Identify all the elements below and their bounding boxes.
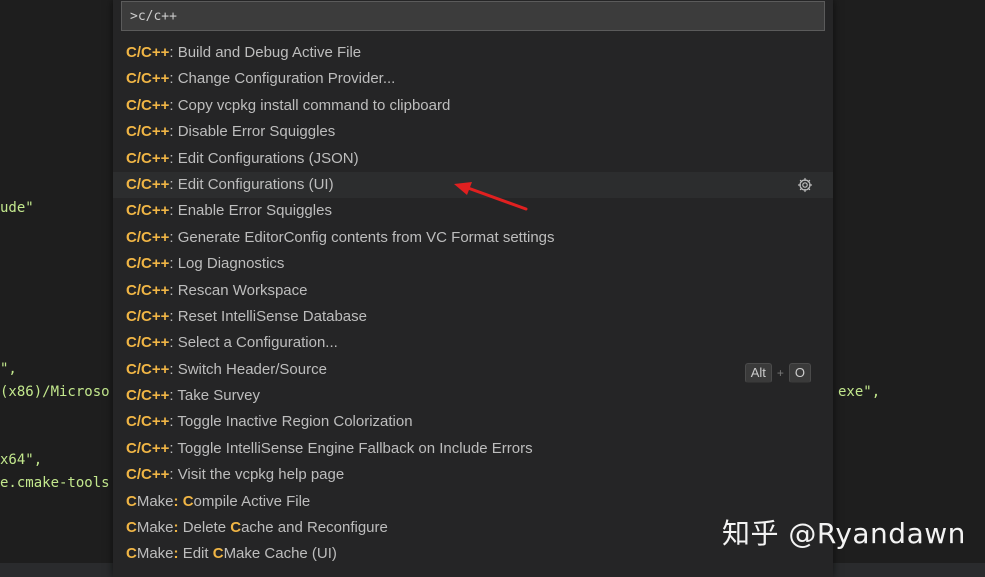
command-label: : Copy vcpkg install command to clipboar…: [169, 96, 451, 114]
command-label: : Change Configuration Provider...: [169, 70, 396, 88]
command-label: Edit: [178, 545, 213, 563]
command-category: C/C++: [126, 202, 170, 220]
command-label: ache and Reconfigure: [241, 519, 388, 537]
command-item[interactable]: C/C++: Visit the vcpkg help page: [113, 462, 833, 488]
command-item[interactable]: C/C++: Generate EditorConfig contents fr…: [113, 225, 833, 251]
command-item[interactable]: C/C++: Edit Configurations (UI): [113, 171, 833, 199]
code-fragment: (x86)/Microso: [0, 384, 110, 400]
command-category: C/C++: [126, 44, 170, 61]
command-item[interactable]: C/C++: Rescan Workspace: [113, 278, 833, 304]
command-category: C/C++: [126, 255, 170, 273]
command-category: C/C++: [126, 175, 170, 193]
command-list: C/C++: Build and Debug Active File C/C++:…: [113, 40, 833, 568]
match-highlight: C: [182, 492, 194, 510]
command-label: : Select a Configuration...: [169, 334, 338, 352]
match-highlight: C: [126, 545, 137, 563]
command-label: Make: [136, 545, 174, 563]
match-highlight: C: [212, 545, 224, 563]
match-highlight: C: [230, 519, 242, 537]
command-category: C/C++: [126, 360, 170, 378]
command-category: C/C++: [126, 387, 170, 405]
command-category: C/C++: [126, 334, 170, 352]
command-item[interactable]: C/C++: Change Configuration Provider...: [113, 66, 833, 92]
command-label: : Rescan Workspace: [169, 281, 308, 299]
command-palette-input[interactable]: [121, 1, 825, 31]
command-item[interactable]: C/C++: Log Diagnostics: [113, 251, 833, 277]
watermark: 知乎 @Ryandawn: [722, 517, 966, 550]
command-label: : Take Survey: [169, 387, 260, 405]
code-fragment: ude": [0, 200, 34, 216]
command-category: C/C++: [126, 466, 170, 484]
command-label: : Visit the vcpkg help page: [169, 466, 345, 484]
code-fragment: ",: [0, 361, 17, 377]
command-category: C/C++: [126, 307, 170, 325]
command-category: C/C++: [126, 149, 170, 167]
command-category: C/C++: [126, 439, 170, 457]
command-label: : Enable Error Squiggles: [169, 202, 332, 220]
command-palette: C/C++: Build and Debug Active FileC/C++:…: [113, 0, 833, 577]
gear-icon[interactable]: [797, 177, 813, 193]
command-item[interactable]: C/C++: Toggle IntelliSense Engine Fallba…: [113, 436, 833, 462]
match-highlight: C: [126, 519, 137, 537]
command-category: C/C++: [126, 413, 170, 431]
command-item[interactable]: C/C++: Copy vcpkg install command to cli…: [113, 93, 833, 119]
code-fragment: e.cmake-tools: [0, 475, 110, 491]
command-item[interactable]: C/C++: Toggle Inactive Region Colorizati…: [113, 409, 833, 435]
match-highlight: :: [173, 492, 179, 510]
command-label: : Switch Header/Source: [169, 360, 327, 378]
command-label: ompile Active File: [193, 492, 311, 510]
command-item[interactable]: C/C++: Reset IntelliSense Database: [113, 304, 833, 330]
command-label: Delete: [178, 519, 231, 537]
command-label: : Toggle IntelliSense Engine Fallback on…: [169, 439, 533, 457]
command-label: : Build and Debug Active File: [169, 44, 362, 61]
code-fragment: exe",: [838, 384, 881, 400]
command-category: C/C++: [126, 70, 170, 88]
code-fragment: x64",: [0, 452, 43, 468]
command-category: C/C++: [126, 281, 170, 299]
command-category: C/C++: [126, 123, 170, 141]
command-item[interactable]: C/C++: Disable Error Squiggles: [113, 119, 833, 145]
command-item[interactable]: C/C++: Build and Debug Active File: [113, 40, 833, 66]
command-item[interactable]: C/C++: Select a Configuration...: [113, 330, 833, 356]
command-label: : Edit Configurations (JSON): [169, 149, 359, 167]
command-item[interactable]: C/C++: Enable Error Squiggles: [113, 198, 833, 224]
command-label: : Toggle Inactive Region Colorization: [169, 413, 413, 431]
command-label: : Edit Configurations (UI): [169, 175, 334, 193]
command-label: : Generate EditorConfig contents from VC…: [169, 228, 555, 246]
command-item[interactable]: C/C++: Switch Header/Source Alt + O: [113, 357, 833, 383]
command-label: : Disable Error Squiggles: [169, 123, 336, 141]
command-label: Make Cache (UI): [223, 545, 337, 563]
command-label: : Log Diagnostics: [169, 255, 285, 273]
command-category: C/C++: [126, 228, 170, 246]
command-label: Make: [136, 519, 174, 537]
command-label: Make: [136, 492, 174, 510]
command-category: C/C++: [126, 96, 170, 114]
command-item[interactable]: C/C++: Take Survey: [113, 383, 833, 409]
command-item[interactable]: C/C++: Edit Configurations (JSON): [113, 146, 833, 172]
command-label: : Reset IntelliSense Database: [169, 307, 367, 325]
key-cap: O: [788, 362, 811, 383]
match-highlight: C: [126, 492, 137, 510]
key-cap: Alt: [744, 362, 772, 383]
